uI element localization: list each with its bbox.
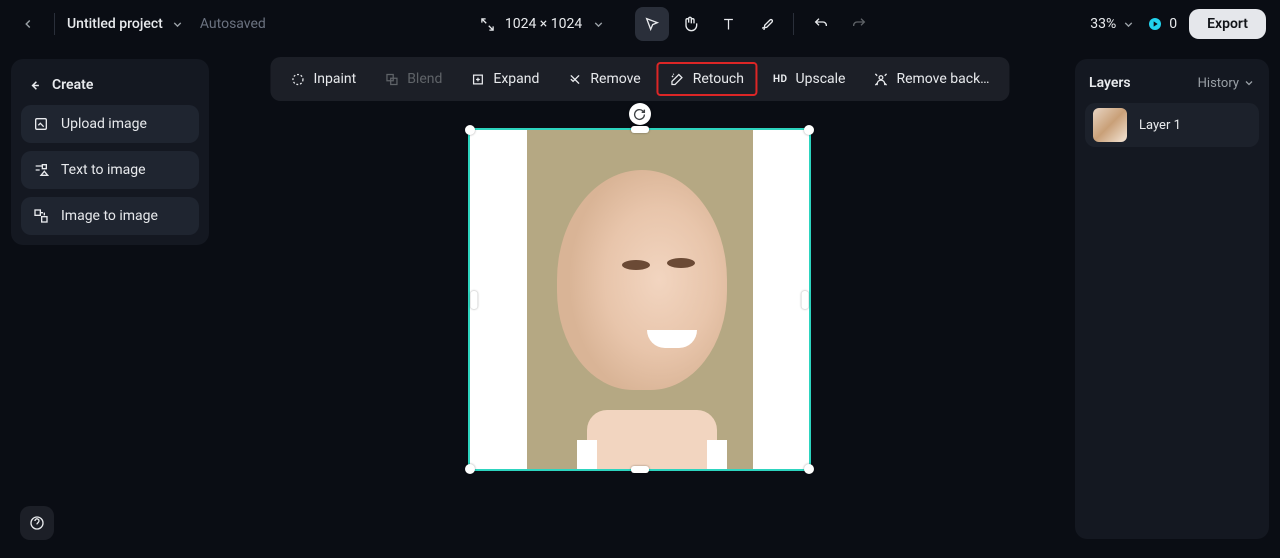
- expand-action[interactable]: Expand: [458, 63, 551, 95]
- history-label: History: [1198, 76, 1239, 91]
- separator: [54, 13, 55, 35]
- undo-button[interactable]: [804, 7, 838, 41]
- project-title: Untitled project: [67, 16, 163, 32]
- credits-icon: [1147, 16, 1163, 32]
- button-label: Upload image: [61, 116, 147, 132]
- resize-handle-bl[interactable]: [465, 464, 475, 474]
- layers-title: Layers: [1089, 75, 1131, 91]
- chevron-down-icon: [1122, 18, 1135, 31]
- resize-handle-r[interactable]: [802, 291, 809, 309]
- action-label: Remove back…: [896, 71, 989, 87]
- layer-thumbnail: [1093, 108, 1127, 142]
- brush-tool[interactable]: [749, 7, 783, 41]
- chevron-down-icon: [171, 18, 184, 31]
- text-to-image-button[interactable]: Text to image: [21, 151, 199, 189]
- layer-name: Layer 1: [1139, 118, 1181, 133]
- resize-handle-tr[interactable]: [804, 125, 814, 135]
- regenerate-badge[interactable]: [629, 103, 651, 125]
- hand-tool[interactable]: [673, 7, 707, 41]
- project-title-wrap[interactable]: Untitled project: [67, 16, 184, 32]
- upscale-action[interactable]: HD Upscale: [761, 63, 858, 95]
- credits-display[interactable]: 0: [1147, 16, 1177, 32]
- create-header[interactable]: Create: [21, 69, 199, 105]
- export-button[interactable]: Export: [1189, 9, 1266, 39]
- top-bar: Untitled project Autosaved 1024 × 1024: [0, 0, 1280, 48]
- back-button[interactable]: [14, 10, 42, 38]
- button-label: Image to image: [61, 208, 158, 224]
- resize-handle-t[interactable]: [631, 126, 649, 133]
- action-label: Inpaint: [313, 71, 356, 87]
- resize-icon: [480, 17, 495, 32]
- resize-handle-b[interactable]: [631, 466, 649, 473]
- text-to-image-icon: [33, 162, 49, 178]
- resize-handle-tl[interactable]: [465, 125, 475, 135]
- blend-action[interactable]: Blend: [372, 63, 454, 95]
- image-to-image-button[interactable]: Image to image: [21, 197, 199, 235]
- help-button[interactable]: [20, 506, 54, 540]
- retouch-action[interactable]: Retouch: [657, 62, 757, 96]
- autosaved-label: Autosaved: [200, 16, 266, 32]
- cursor-tool[interactable]: [635, 7, 669, 41]
- layers-panel: Layers History Layer 1: [1075, 59, 1269, 539]
- remove-background-action[interactable]: Remove back…: [861, 63, 1001, 95]
- action-label: Blend: [407, 71, 442, 87]
- resize-handle-br[interactable]: [804, 464, 814, 474]
- chevron-down-icon: [592, 18, 605, 31]
- button-label: Text to image: [61, 162, 146, 178]
- layers-header: Layers History: [1085, 69, 1259, 103]
- action-bar: Inpaint Blend Expand Remove Retouch HD U…: [270, 57, 1009, 101]
- action-label: Retouch: [693, 71, 744, 87]
- canvas-image: [527, 130, 753, 469]
- action-label: Upscale: [796, 71, 846, 87]
- text-tool[interactable]: [711, 7, 745, 41]
- redo-button[interactable]: [842, 7, 876, 41]
- chevron-down-icon: [1243, 77, 1255, 89]
- zoom-control[interactable]: 33%: [1090, 16, 1135, 32]
- inpaint-action[interactable]: Inpaint: [278, 63, 368, 95]
- canvas-size-control[interactable]: 1024 × 1024: [480, 16, 605, 32]
- zoom-value: 33%: [1090, 16, 1116, 32]
- canvas-size-text: 1024 × 1024: [505, 16, 582, 32]
- upload-image-button[interactable]: Upload image: [21, 105, 199, 143]
- hd-icon: HD: [773, 74, 788, 85]
- layer-item[interactable]: Layer 1: [1085, 103, 1259, 147]
- create-sidebar: Create Upload image Text to image Image …: [11, 59, 209, 245]
- action-label: Remove: [590, 71, 640, 87]
- resize-handle-l[interactable]: [471, 291, 478, 309]
- arrow-left-icon: [27, 78, 42, 93]
- create-label: Create: [52, 77, 93, 93]
- image-to-image-icon: [33, 208, 49, 224]
- remove-action[interactable]: Remove: [555, 63, 652, 95]
- separator: [793, 13, 794, 35]
- credits-value: 0: [1169, 16, 1177, 32]
- canvas-selection[interactable]: [468, 128, 811, 471]
- history-button[interactable]: History: [1198, 76, 1255, 91]
- action-label: Expand: [493, 71, 539, 87]
- tool-group: [635, 7, 876, 41]
- upload-icon: [33, 116, 49, 132]
